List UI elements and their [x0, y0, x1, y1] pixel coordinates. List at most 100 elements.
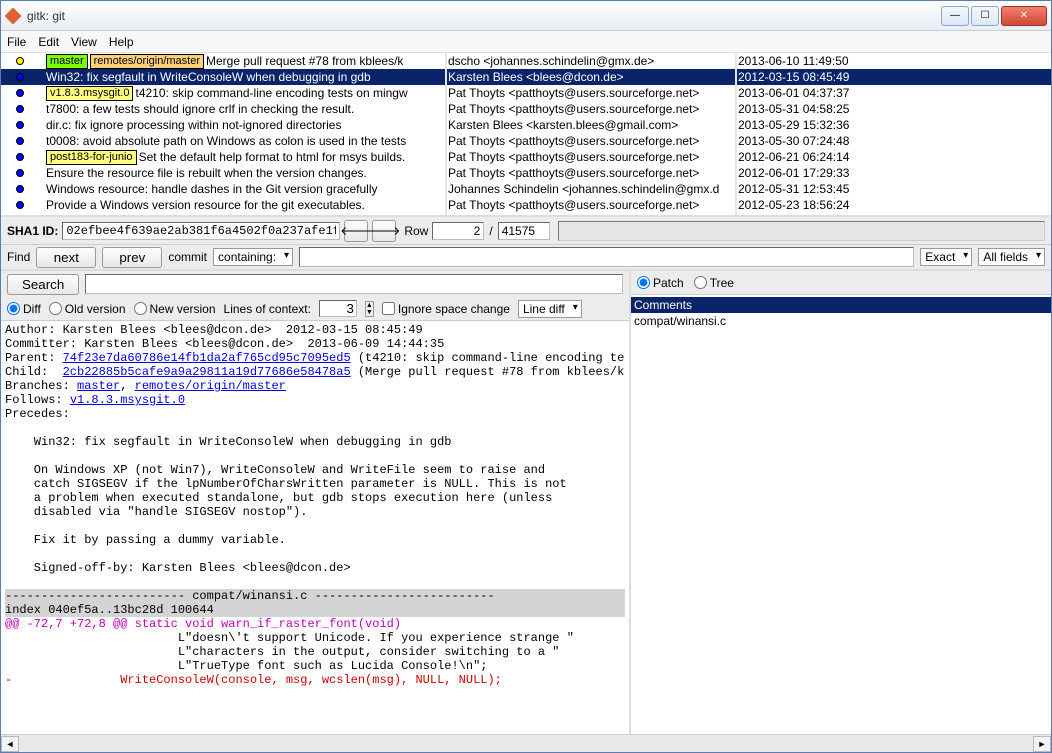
diff-text-view[interactable]: Author: Karsten Blees <blees@dcon.de> 20… [1, 321, 629, 734]
commit-message: Windows resource: handle dashes in the G… [46, 181, 378, 197]
ref-tag[interactable]: master [46, 54, 88, 69]
graph-node [2, 181, 46, 197]
menu-help[interactable]: Help [109, 35, 134, 49]
commit-row[interactable]: dir.c: fix ignore processing within not-… [1, 117, 445, 133]
commit-graph-column[interactable]: masterremotes/origin/masterMerge pull re… [1, 53, 447, 215]
commit-row[interactable]: Provide a Windows version resource for t… [1, 197, 445, 213]
commit-date[interactable]: 2012-05-23 18:56:24 [737, 197, 1051, 213]
commit-author[interactable]: Pat Thoyts <patthoyts@users.sourceforge.… [447, 149, 735, 165]
commit-row[interactable]: masterremotes/origin/masterMerge pull re… [1, 53, 445, 69]
lines-of-context-input[interactable] [319, 300, 357, 317]
old-version-radio[interactable]: Old version [49, 302, 126, 316]
commit-row[interactable]: v1.8.3.msysgit.0t4210: skip command-line… [1, 85, 445, 101]
commit-message: Ensure the resource file is rebuilt when… [46, 165, 367, 181]
find-prev-button[interactable]: prev [102, 247, 162, 268]
commit-author[interactable]: Pat Thoyts <patthoyts@users.sourceforge.… [447, 165, 735, 181]
new-version-radio[interactable]: New version [134, 302, 216, 316]
menu-edit[interactable]: Edit [38, 35, 59, 49]
find-fields-dropdown[interactable]: All fields [978, 248, 1045, 266]
patch-radio[interactable]: Patch [637, 276, 684, 290]
sha-input[interactable] [62, 222, 340, 240]
commit-date[interactable]: 2012-03-15 08:45:49 [737, 69, 1051, 85]
file-list[interactable]: Comments compat/winansi.c [631, 297, 1051, 734]
maximize-button[interactable]: ☐ [971, 6, 999, 26]
titlebar[interactable]: gitk: git — ☐ ✕ [1, 1, 1051, 31]
file-list-header[interactable]: Comments [631, 297, 1051, 313]
find-match-dropdown[interactable]: Exact [920, 248, 972, 266]
diff-panel: Diff Old version New version Lines of co… [1, 297, 631, 734]
app-icon [5, 8, 21, 24]
progress-area [558, 221, 1045, 241]
search-input[interactable] [85, 274, 623, 294]
spin-up[interactable]: ▲ [366, 302, 373, 309]
commit-message: Provide a Windows version resource for t… [46, 197, 365, 213]
file-list-panel: Comments compat/winansi.c [631, 297, 1051, 734]
commit-author[interactable]: Pat Thoyts <patthoyts@users.sourceforge.… [447, 85, 735, 101]
commit-date[interactable]: 2012-05-28 02:46:54 [737, 213, 1051, 215]
menubar: File Edit View Help [1, 31, 1051, 53]
commit-row[interactable]: t7800: a few tests should ignore crlf in… [1, 101, 445, 117]
commit-message: msysgit: Add the --large-address-aware l… [46, 213, 420, 215]
find-next-button[interactable]: next [36, 247, 96, 268]
row-current: 2 [432, 222, 484, 240]
commit-row[interactable]: post183-for-junioSet the default help fo… [1, 149, 445, 165]
scroll-left-button[interactable]: ◄ [1, 736, 19, 752]
commit-date[interactable]: 2013-06-10 11:49:50 [737, 53, 1051, 69]
commit-author[interactable]: Pat Thoyts <patthoyts@users.sourceforge.… [447, 197, 735, 213]
commit-row[interactable]: msysgit: Add the --large-address-aware l… [1, 213, 445, 215]
commit-date[interactable]: 2013-05-30 07:24:48 [737, 133, 1051, 149]
window-title: gitk: git [27, 9, 941, 23]
find-bar: Find next prev commit containing: Exact … [1, 245, 1051, 271]
sha-label: SHA1 ID: [7, 224, 58, 238]
commit-date[interactable]: 2013-05-31 04:58:25 [737, 101, 1051, 117]
find-input[interactable] [299, 247, 914, 267]
graph-node [2, 133, 46, 149]
commit-date[interactable]: 2013-06-01 04:37:37 [737, 85, 1051, 101]
graph-node [2, 149, 46, 165]
ref-tag[interactable]: post183-for-junio [46, 150, 137, 165]
tree-radio[interactable]: Tree [694, 276, 734, 290]
sha-bar: SHA1 ID: 🡐 🡒 Row 2 / 41575 [1, 217, 1051, 245]
graph-node [2, 69, 46, 85]
ref-tag[interactable]: remotes/origin/master [90, 54, 204, 69]
commit-message: dir.c: fix ignore processing within not-… [46, 117, 341, 133]
menu-view[interactable]: View [71, 35, 97, 49]
diff-radio[interactable]: Diff [7, 302, 41, 316]
scrollbar-horizontal[interactable]: ◄ ► [1, 734, 1051, 752]
window-controls: — ☐ ✕ [941, 6, 1047, 26]
find-mode-dropdown[interactable]: containing: [213, 248, 293, 266]
menu-file[interactable]: File [7, 35, 26, 49]
commit-author[interactable]: Pierre le Riche <github@pleasedontspam.m… [447, 213, 735, 215]
commit-row[interactable]: t0008: avoid absolute path on Windows as… [1, 133, 445, 149]
close-button[interactable]: ✕ [1001, 6, 1047, 26]
commit-date[interactable]: 2012-05-31 12:53:45 [737, 181, 1051, 197]
ref-tag[interactable]: v1.8.3.msysgit.0 [46, 86, 133, 101]
bottom-area: Diff Old version New version Lines of co… [1, 297, 1051, 734]
commit-author[interactable]: Johannes Schindelin <johannes.schindelin… [447, 181, 735, 197]
ignore-space-checkbox[interactable]: Ignore space change [382, 302, 510, 316]
commit-author[interactable]: Pat Thoyts <patthoyts@users.sourceforge.… [447, 101, 735, 117]
commit-date[interactable]: 2012-06-01 17:29:33 [737, 165, 1051, 181]
commit-row[interactable]: Win32: fix segfault in WriteConsoleW whe… [1, 69, 445, 85]
minimize-button[interactable]: — [941, 6, 969, 26]
commit-date[interactable]: 2013-05-29 15:32:36 [737, 117, 1051, 133]
commit-author[interactable]: Karsten Blees <blees@dcon.de> [447, 69, 735, 85]
commit-author[interactable]: Pat Thoyts <patthoyts@users.sourceforge.… [447, 133, 735, 149]
date-column[interactable]: 2013-06-10 11:49:502012-03-15 08:45:4920… [737, 53, 1051, 215]
commit-row[interactable]: Windows resource: handle dashes in the G… [1, 181, 445, 197]
graph-node [2, 53, 46, 69]
author-column[interactable]: dscho <johannes.schindelin@gmx.de>Karste… [447, 53, 737, 215]
file-list-item[interactable]: compat/winansi.c [631, 313, 1051, 329]
spin-down[interactable]: ▼ [366, 309, 373, 316]
commit-row[interactable]: Ensure the resource file is rebuilt when… [1, 165, 445, 181]
line-diff-dropdown[interactable]: Line diff [518, 300, 582, 318]
commit-author[interactable]: dscho <johannes.schindelin@gmx.de> [447, 53, 735, 69]
commit-author[interactable]: Karsten Blees <karsten.blees@gmail.com> [447, 117, 735, 133]
nav-back-button[interactable]: 🡐 [344, 220, 368, 242]
nav-forward-button[interactable]: 🡒 [372, 220, 396, 242]
scroll-right-button[interactable]: ► [1033, 736, 1051, 752]
lines-of-context-label: Lines of context: [224, 302, 311, 316]
commit-date[interactable]: 2012-06-21 06:24:14 [737, 149, 1051, 165]
commit-message: t4210: skip command-line encoding tests … [135, 85, 407, 101]
search-button[interactable]: Search [7, 274, 79, 295]
